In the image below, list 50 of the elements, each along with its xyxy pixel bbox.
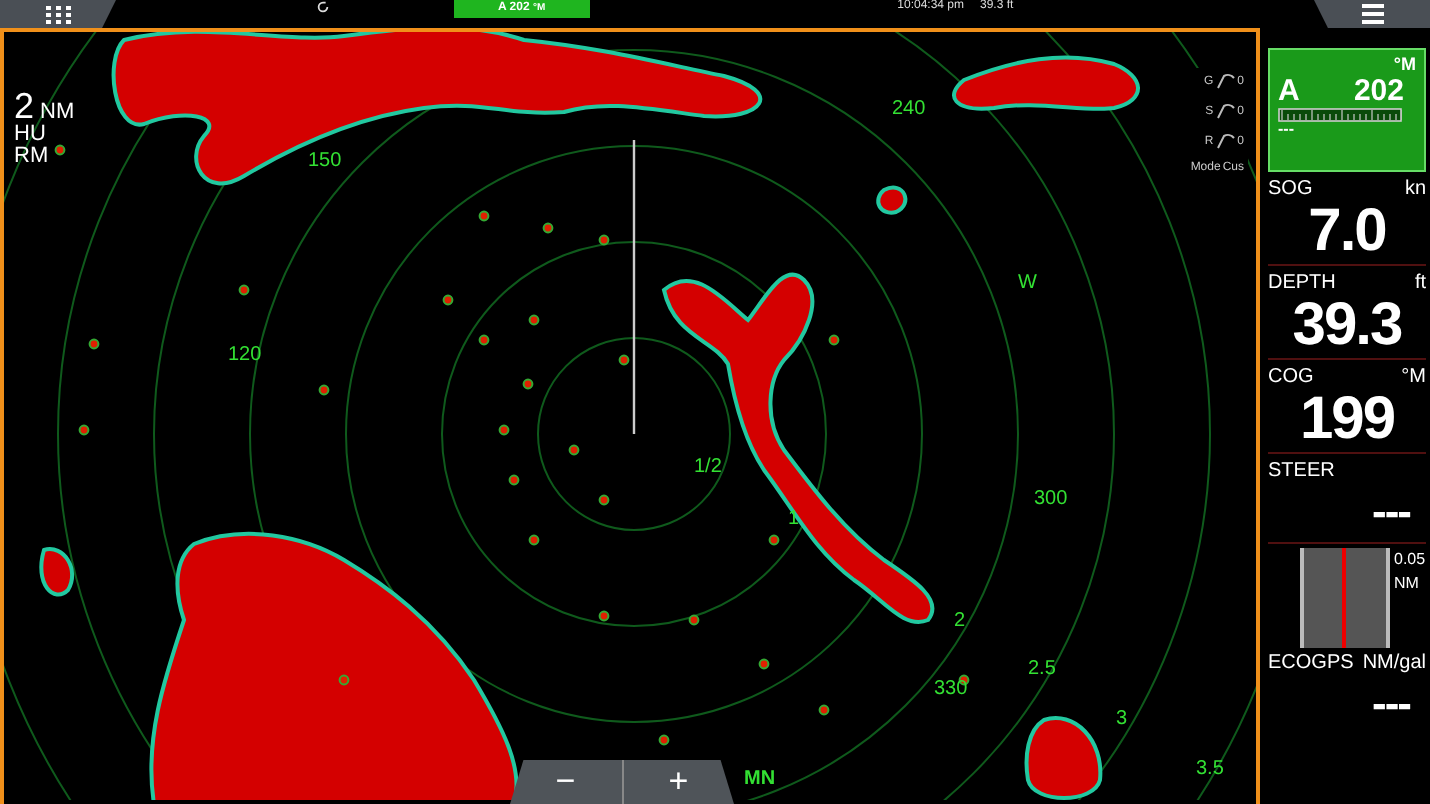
readout-value: --- [1370, 484, 1412, 540]
readout-label: DEPTH [1268, 272, 1336, 294]
range-value: 2 [14, 88, 35, 124]
readout-label: STEER [1268, 460, 1335, 482]
autopilot-status: --- [1278, 122, 1296, 138]
grid-icon [45, 5, 71, 23]
range-ring-label: 2.5 [1028, 658, 1056, 680]
readout-value: 7.0 [1306, 200, 1388, 264]
arc-gauge-icon [1215, 72, 1236, 90]
zoom-out-button[interactable]: − [510, 760, 623, 804]
bearing-label: 240 [892, 98, 926, 120]
orientation-text: HU [14, 124, 48, 146]
bearing-label: 300 [1034, 488, 1068, 510]
xte-unit: NM [1394, 572, 1421, 596]
readout-value: 199 [1297, 388, 1397, 452]
menu-button[interactable] [1314, 0, 1430, 28]
range-unit: NM [40, 102, 75, 124]
zoom-in-button[interactable]: + [623, 760, 734, 804]
bearing-label: 120 [228, 344, 262, 366]
readout-value: --- [1370, 676, 1412, 732]
motion-text: RM [14, 146, 51, 168]
readout-label: COG [1268, 366, 1314, 388]
autopilot-unit: °M [1393, 54, 1416, 74]
apps-button[interactable] [0, 0, 116, 28]
bearing-label: 150 [308, 150, 342, 172]
readout-unit: kn [1404, 178, 1426, 200]
north-label: MN [744, 768, 776, 790]
readout-unit: °M [1401, 366, 1426, 388]
cross-track-bar [1300, 548, 1390, 648]
range-ring-label: 2 [954, 610, 966, 632]
readout-label: ECOGPS [1268, 652, 1354, 674]
range-ring-label: 3.5 [1196, 758, 1224, 780]
autopilot-mode: A [1278, 74, 1300, 108]
refresh-icon [316, 0, 330, 14]
xte-scale: 0.05 [1394, 548, 1426, 572]
readout-unit: NM/gal [1362, 652, 1426, 674]
arc-gauge-icon [1215, 102, 1236, 120]
arc-gauge-icon [1215, 132, 1236, 150]
range-ring-label: 1/2 [694, 456, 722, 478]
menu-icon [1361, 4, 1383, 24]
autopilot-panel[interactable]: °M A 202 --- [1268, 48, 1426, 172]
range-ring-label: 3 [1116, 708, 1128, 730]
readout-unit: ft [1414, 272, 1426, 294]
range-ring-label: 1 [788, 508, 800, 530]
bearing-label: W [1018, 272, 1037, 294]
autopilot-heading: 202 [1353, 74, 1404, 108]
rudder-scale-icon [1278, 108, 1402, 122]
readout-value: 39.3 [1290, 294, 1404, 358]
readout-label: SOG [1268, 178, 1313, 200]
bearing-label: 330 [934, 678, 968, 700]
